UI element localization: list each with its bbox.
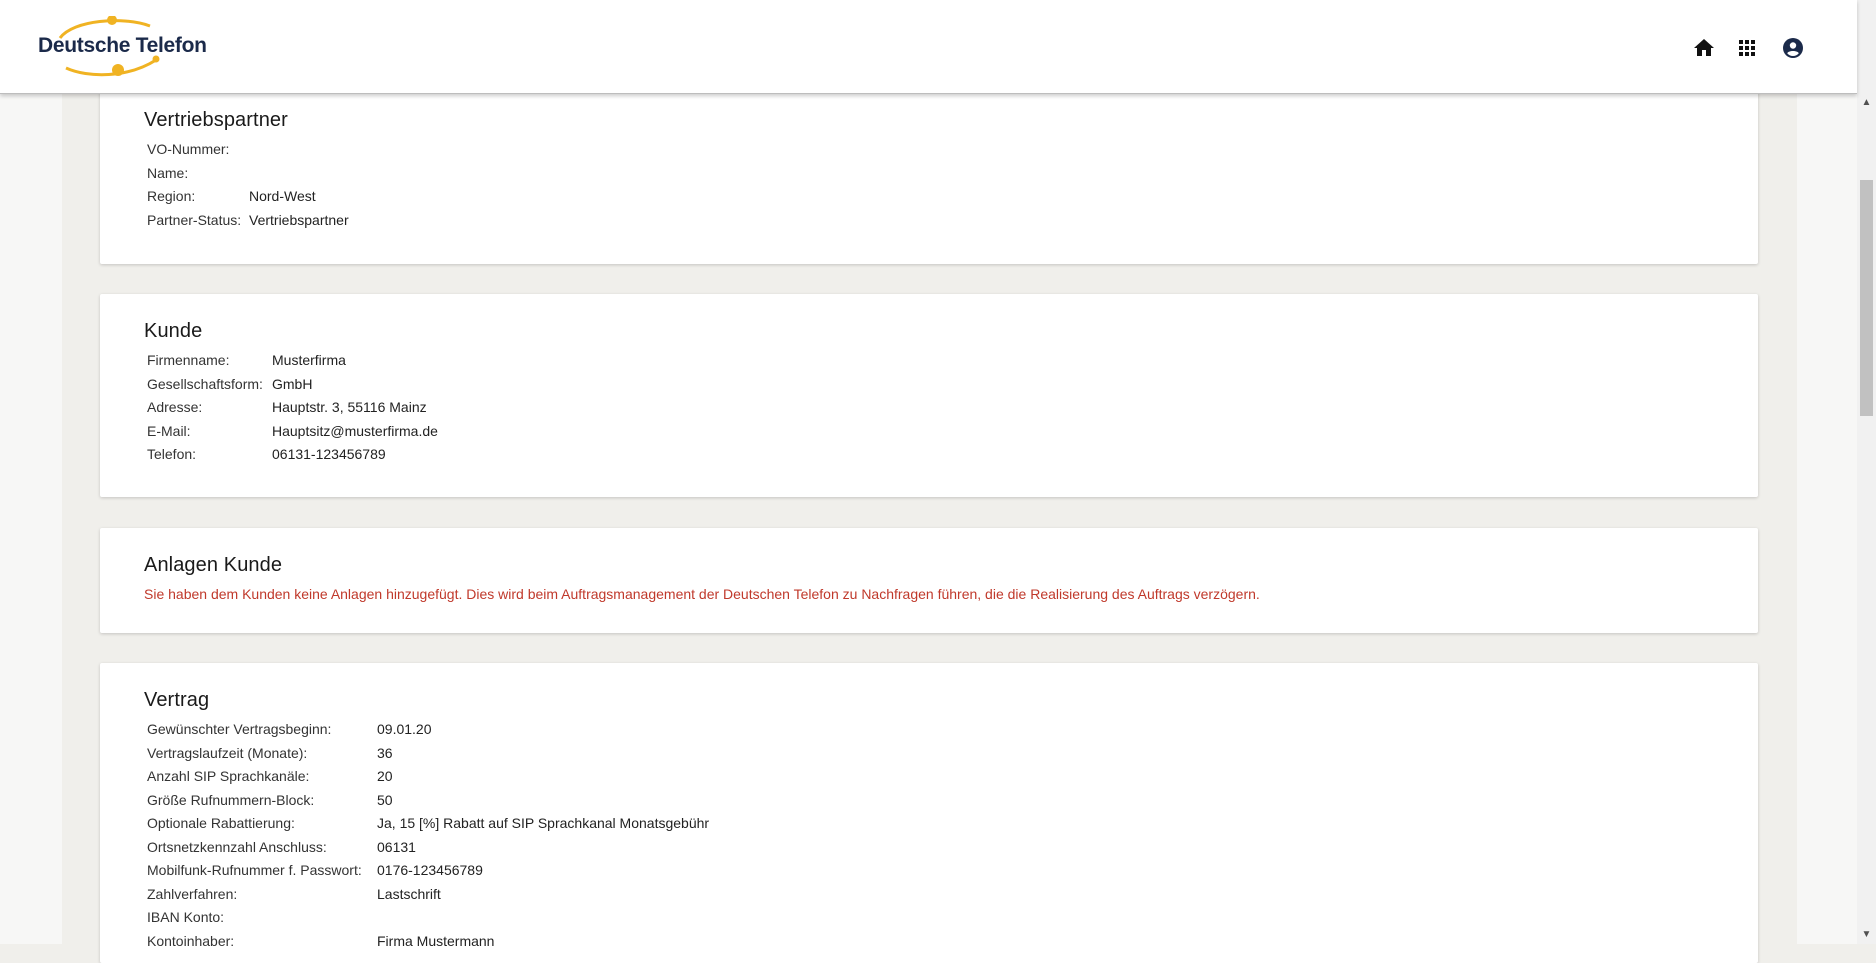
vertrag-card: Vertrag Gewünschter Vertragsbeginn: 09.0… xyxy=(100,663,1758,963)
row-label: Telefon: xyxy=(147,446,197,462)
row-value: 20 xyxy=(377,768,393,784)
deutsche-telefon-logo[interactable]: Deutsche Telefon xyxy=(38,16,207,78)
vertriebspartner-rows: VO-Nummer: Name: Region: Nord-West Partn… xyxy=(147,141,349,235)
kunde-row: Gesellschaftsform: GmbH xyxy=(147,376,438,400)
row-value: 06131-123456789 xyxy=(272,446,386,462)
row-label: Zahlverfahren: xyxy=(147,885,238,902)
logo-text: Deutsche Telefon xyxy=(38,34,207,57)
row-value: 50 xyxy=(377,791,393,808)
row-label: Gewünschter Vertragsbeginn: xyxy=(147,721,332,737)
row-value: 36 xyxy=(377,744,393,761)
row-value: Musterfirma xyxy=(272,352,346,368)
row-value: GmbH xyxy=(272,375,313,392)
vertrag-row: Optionale Rabattierung: Ja, 15 [%] Rabat… xyxy=(147,815,709,839)
vertriebspartner-row: Name: xyxy=(147,165,349,189)
row-label: Vertragslaufzeit (Monate): xyxy=(147,744,308,761)
row-label: Gesellschaftsform: xyxy=(147,375,263,392)
vertriebspartner-title: Vertriebspartner xyxy=(144,109,288,131)
row-label: IBAN Konto: xyxy=(147,909,225,925)
row-label: VO-Nummer: xyxy=(147,141,230,157)
top-header: Deutsche Telefon xyxy=(0,0,1857,94)
vertrag-row: Gewünschter Vertragsbeginn: 09.01.20 xyxy=(147,721,709,745)
scroll-up-arrow-icon[interactable]: ▲ xyxy=(1857,94,1876,112)
kunde-card: Kunde Firmenname: Musterfirma Gesellscha… xyxy=(100,294,1758,497)
row-label: Adresse: xyxy=(147,399,203,415)
row-value: Hauptstr. 3, 55116 Mainz xyxy=(272,399,427,415)
scroll-down-arrow-icon[interactable]: ▼ xyxy=(1857,926,1876,944)
vertrag-rows: Gewünschter Vertragsbeginn: 09.01.20 Ver… xyxy=(147,721,709,956)
row-label: Region: xyxy=(147,188,196,204)
row-label: Name: xyxy=(147,164,189,181)
vertrag-row: IBAN Konto: xyxy=(147,909,709,933)
row-value: Firma Mustermann xyxy=(377,932,495,949)
apps-grid-icon[interactable] xyxy=(1735,36,1759,60)
row-label: Anzahl SIP Sprachkanäle: xyxy=(147,768,310,784)
row-value: 0176-123456789 xyxy=(377,862,483,878)
row-label: Ortsnetzkennzahl Anschluss: xyxy=(147,838,327,855)
row-label: Partner-Status: xyxy=(147,211,242,228)
kunde-row: E-Mail: Hauptsitz@musterfirma.de xyxy=(147,423,438,447)
vertrag-row: Vertragslaufzeit (Monate): 36 xyxy=(147,745,709,769)
row-value: Nord-West xyxy=(249,188,316,204)
row-value: 06131 xyxy=(377,838,416,855)
row-label: E-Mail: xyxy=(147,422,191,439)
no-attachments-warning: Sie haben dem Kunden keine Anlagen hinzu… xyxy=(144,586,1260,602)
vertrag-row: Anzahl SIP Sprachkanäle: 20 xyxy=(147,768,709,792)
row-value: Hauptsitz@musterfirma.de xyxy=(272,422,438,439)
kunde-title: Kunde xyxy=(144,320,203,342)
page-gutter-left xyxy=(0,0,62,944)
vertriebspartner-row: Partner-Status: Vertriebspartner xyxy=(147,212,349,236)
anlagen-kunde-card: Anlagen Kunde Sie haben dem Kunden keine… xyxy=(100,528,1758,633)
kunde-row: Adresse: Hauptstr. 3, 55116 Mainz xyxy=(147,399,438,423)
row-label: Kontoinhaber: xyxy=(147,932,235,949)
row-value: Vertriebspartner xyxy=(249,211,349,228)
vertrag-row: Zahlverfahren: Lastschrift xyxy=(147,886,709,910)
vertrag-row: Kontoinhaber: Firma Mustermann xyxy=(147,933,709,957)
row-label: Firmenname: xyxy=(147,352,230,368)
vertriebspartner-row: VO-Nummer: xyxy=(147,141,349,165)
vertrag-row: Mobilfunk-Rufnummer f. Passwort: 0176-12… xyxy=(147,862,709,886)
home-icon[interactable] xyxy=(1692,36,1716,60)
row-value: 09.01.20 xyxy=(377,721,432,737)
row-label: Mobilfunk-Rufnummer f. Passwort: xyxy=(147,862,362,878)
page-gutter-right xyxy=(1797,0,1857,944)
row-value: Lastschrift xyxy=(377,885,441,902)
account-icon[interactable] xyxy=(1781,36,1805,60)
kunde-rows: Firmenname: Musterfirma Gesellschaftsfor… xyxy=(147,352,438,470)
vertriebspartner-row: Region: Nord-West xyxy=(147,188,349,212)
row-value: Ja, 15 [%] Rabatt auf SIP Sprachkanal Mo… xyxy=(377,815,710,831)
scrollbar-thumb[interactable] xyxy=(1860,180,1873,416)
vertrag-title: Vertrag xyxy=(144,689,210,711)
vertrag-row: Ortsnetzkennzahl Anschluss: 06131 xyxy=(147,839,709,863)
row-label: Größe Rufnummern-Block: xyxy=(147,791,315,808)
vertrag-row: Größe Rufnummern-Block: 50 xyxy=(147,792,709,816)
anlagen-kunde-title: Anlagen Kunde xyxy=(144,554,283,576)
vertical-scrollbar[interactable]: ▲ ▼ xyxy=(1857,0,1876,944)
row-label: Optionale Rabattierung: xyxy=(147,815,295,831)
vertriebspartner-card: Vertriebspartner VO-Nummer: Name: Region… xyxy=(100,86,1758,264)
kunde-row: Telefon: 06131-123456789 xyxy=(147,446,438,470)
kunde-row: Firmenname: Musterfirma xyxy=(147,352,438,376)
